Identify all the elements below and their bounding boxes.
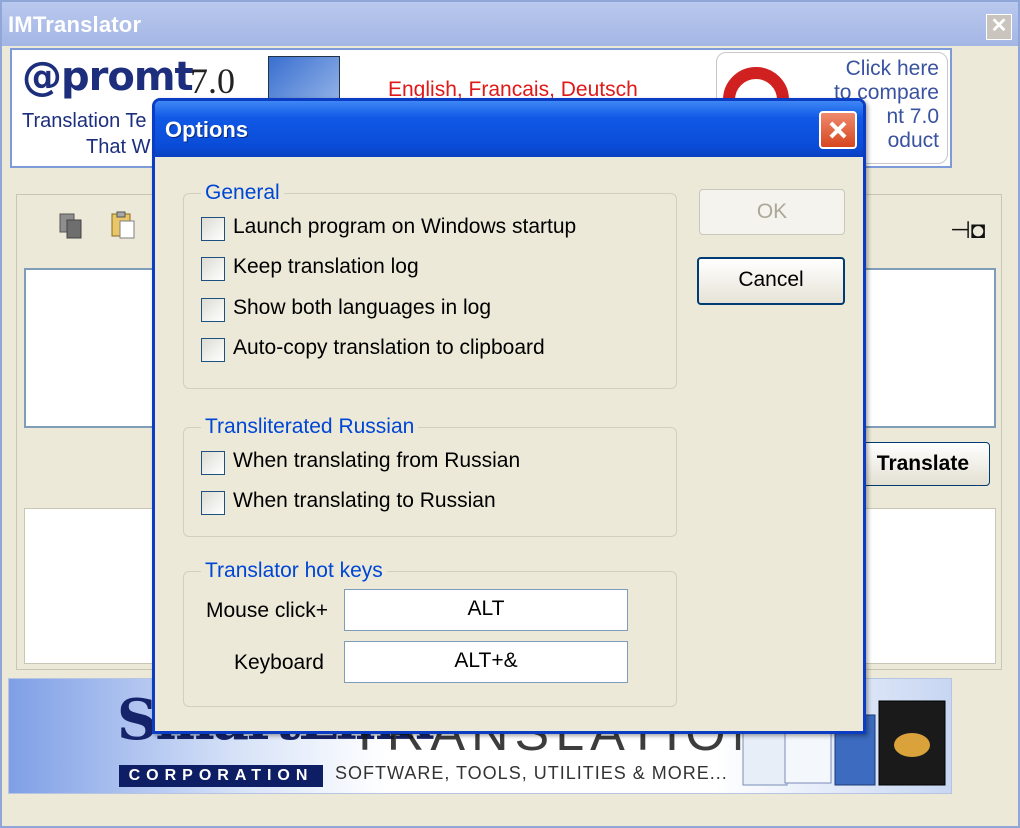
keyboard-label: Keyboard xyxy=(234,651,324,674)
smartlink-corporation: CORPORATION xyxy=(119,765,323,787)
general-legend: General xyxy=(201,181,284,205)
smartlink-subline: SOFTWARE, TOOLS, UTILITIES & MORE... xyxy=(335,763,728,783)
main-titlebar[interactable]: IMTranslator ✕ xyxy=(2,2,1018,46)
hot-keys-legend: Translator hot keys xyxy=(201,559,387,583)
mouse-click-hotkey-field[interactable]: ALT xyxy=(344,589,628,631)
pin-icon[interactable]: ⊣◘ xyxy=(950,216,985,245)
promt-logo: @promt xyxy=(22,54,194,100)
promt-tagline-line1: Translation Te xyxy=(22,110,147,132)
options-dialog: Options General Launch program on Window… xyxy=(152,98,866,734)
main-window-title: IMTranslator xyxy=(8,12,142,37)
checkbox-label: Show both languages in log xyxy=(233,296,492,319)
show-both-languages-checkbox[interactable] xyxy=(201,298,225,322)
promt-version: 7.0 xyxy=(190,61,235,101)
checkbox-label: When translating to Russian xyxy=(233,489,496,512)
options-title: Options xyxy=(165,117,249,142)
keyboard-hotkey-field[interactable]: ALT+& xyxy=(344,641,628,683)
checkbox-label: Keep translation log xyxy=(233,255,419,278)
options-titlebar[interactable]: Options xyxy=(155,101,863,157)
keep-log-checkbox[interactable] xyxy=(201,257,225,281)
checkbox-label: Auto-copy translation to clipboard xyxy=(233,336,545,359)
launch-on-startup-checkbox[interactable] xyxy=(201,217,225,241)
cancel-button[interactable]: Cancel xyxy=(697,257,845,305)
mouse-click-label: Mouse click+ xyxy=(206,599,328,622)
translate-button[interactable]: Translate xyxy=(848,442,990,486)
checkbox-label: Launch program on Windows startup xyxy=(233,215,577,238)
checkbox-label: When translating from Russian xyxy=(233,449,521,472)
close-button[interactable] xyxy=(819,111,857,149)
promt-tagline-line2: That W xyxy=(86,136,151,158)
paste-icon[interactable] xyxy=(108,210,138,240)
auto-copy-checkbox[interactable] xyxy=(201,338,225,362)
to-russian-checkbox[interactable] xyxy=(201,491,225,515)
from-russian-checkbox[interactable] xyxy=(201,451,225,475)
copy-icon[interactable] xyxy=(56,210,86,240)
main-close-button[interactable]: ✕ xyxy=(986,14,1012,40)
transliterated-russian-group xyxy=(183,427,677,537)
ok-button[interactable]: OK xyxy=(699,189,845,235)
transliterated-russian-legend: Transliterated Russian xyxy=(201,415,419,439)
